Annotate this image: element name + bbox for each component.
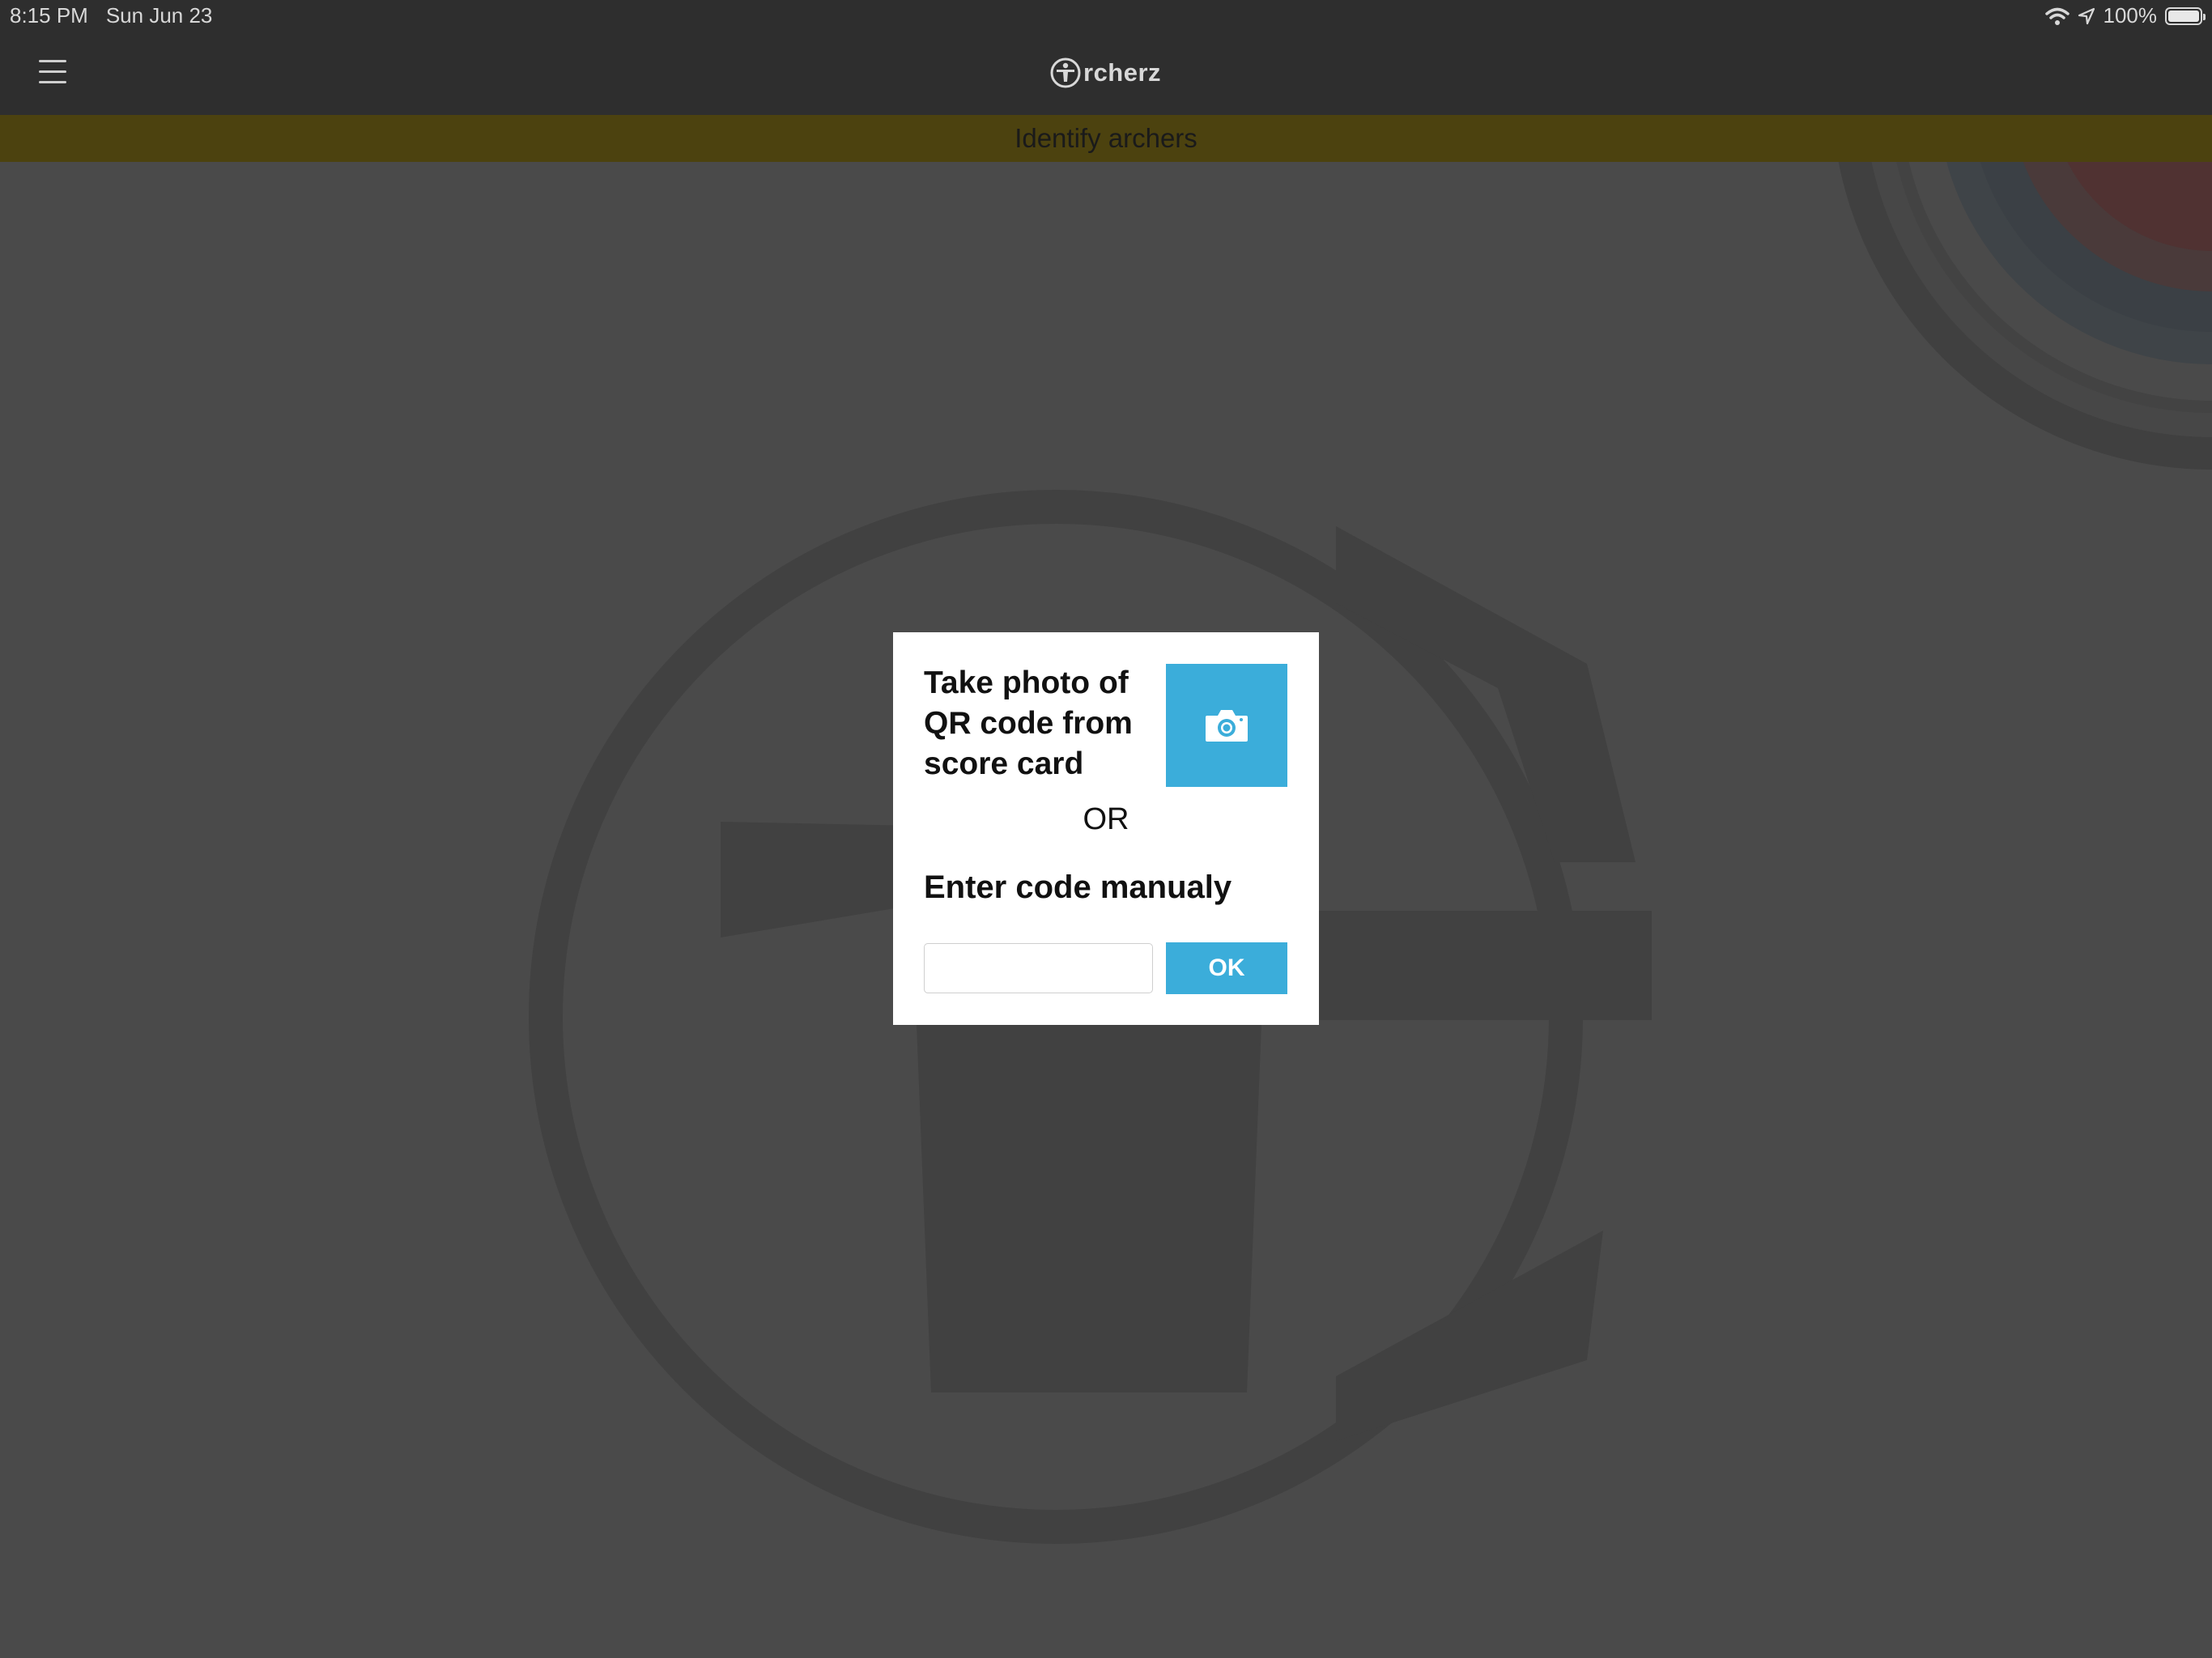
hamburger-menu-icon[interactable] (39, 60, 66, 84)
status-date: Sun Jun 23 (105, 3, 213, 28)
status-bar: 8:15 PM Sun Jun 23 100% (0, 0, 2212, 32)
status-right: 100% (2044, 3, 2206, 28)
page-title-banner: Identify archers (0, 115, 2212, 162)
status-left: 8:15 PM Sun Jun 23 (10, 3, 212, 28)
status-time: 8:15 PM (10, 3, 88, 28)
battery-icon (2165, 6, 2206, 25)
page-title: Identify archers (1015, 123, 1197, 153)
battery-percent: 100% (2103, 3, 2158, 28)
identify-archer-dialog: Take photo of QR code from score card OR… (893, 632, 1319, 1025)
battery-fill (2168, 10, 2199, 22)
archerz-logo-icon (1050, 57, 1081, 88)
manual-code-heading: Enter code manualy (924, 869, 1232, 905)
app-logo: rcherz (1049, 57, 1161, 89)
or-separator: OR (1083, 802, 1129, 836)
take-photo-button[interactable] (1166, 664, 1287, 787)
camera-icon (1206, 710, 1248, 742)
wifi-icon (2044, 7, 2069, 25)
ok-button[interactable]: OK (1166, 942, 1287, 994)
location-arrow-icon (2078, 7, 2095, 24)
logo-text: rcherz (1083, 58, 1162, 87)
photo-prompt: Take photo of QR code from score card (924, 665, 1133, 781)
nav-bar: rcherz (0, 32, 2212, 115)
code-input[interactable] (924, 943, 1153, 993)
